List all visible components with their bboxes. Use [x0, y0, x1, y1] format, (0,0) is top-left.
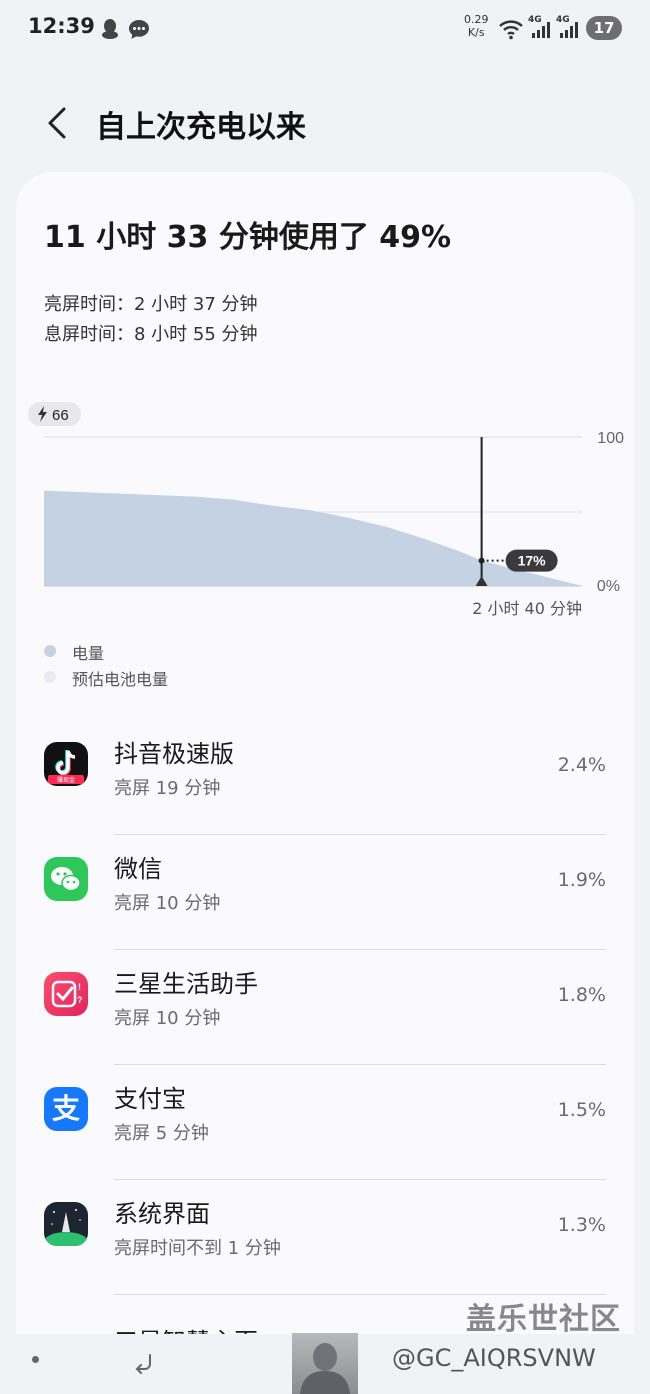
author-credit: @GC_AIQRSVNW — [392, 1344, 596, 1372]
alipay-icon: 支 — [44, 1087, 88, 1131]
wechat-icon — [44, 857, 88, 901]
app-row-douyin[interactable]: 赚现金 抖音极速版 亮屏 19 分钟 2.4% — [16, 720, 634, 835]
usage-card: 11 小时 33 分钟使用了 49% 亮屏时间：2 小时 37 分钟 息屏时间：… — [16, 172, 634, 1394]
svg-text:?: ? — [77, 995, 83, 1005]
app-name: 系统界面 — [114, 1200, 210, 1228]
recents-dot-icon[interactable] — [32, 1356, 39, 1363]
current-level-badge: 17% — [505, 549, 558, 572]
battery-level-area — [44, 490, 582, 586]
page-title: 自上次充电以来 — [96, 110, 306, 145]
wifi-icon — [499, 20, 523, 40]
status-bar: 12:39 0.29 K/s 4G 4G 17 — [0, 0, 650, 58]
svg-text:17%: 17% — [518, 553, 547, 569]
cell-signal-icon — [532, 22, 550, 38]
back-nav-icon[interactable] — [132, 1352, 156, 1374]
legend-dot — [44, 671, 56, 683]
y-max-label: 100 — [597, 430, 624, 447]
cell-signal-icon-2 — [560, 22, 578, 38]
current-level-point — [478, 557, 485, 564]
charge-start-badge: 66 — [28, 402, 81, 426]
screen-off-time: 息屏时间：8 小时 55 分钟 — [44, 324, 258, 345]
qq-notification-icon — [102, 19, 118, 39]
app-row-alipay[interactable]: 支 支付宝 亮屏 5 分钟 1.5% — [16, 1065, 634, 1180]
back-button[interactable] — [44, 106, 74, 140]
usage-summary: 11 小时 33 分钟使用了 49% — [44, 220, 452, 255]
charge-start-value: 66 — [52, 407, 69, 424]
app-screen-time: 亮屏时间不到 1 分钟 — [114, 1238, 281, 1259]
app-battery-pct: 1.3% — [557, 1214, 606, 1236]
app-screen-time: 亮屏 10 分钟 — [114, 1008, 221, 1029]
samsung-life-assistant-icon: ! ? — [44, 972, 88, 1016]
message-notification-icon — [129, 20, 149, 39]
app-name: 三星生活助手 — [114, 970, 258, 998]
app-screen-time: 亮屏 19 分钟 — [114, 778, 221, 799]
screen-on-time: 亮屏时间：2 小时 37 分钟 — [44, 294, 258, 315]
app-row-wechat[interactable]: 微信 亮屏 10 分钟 1.9% — [16, 835, 634, 950]
app-screen-time: 亮屏 5 分钟 — [114, 1123, 209, 1144]
app-battery-pct: 1.5% — [557, 1099, 606, 1121]
network-speed: 0.29 K/s — [464, 13, 489, 39]
system-ui-icon — [44, 1202, 88, 1246]
app-battery-pct: 1.8% — [557, 984, 606, 1006]
app-name: 支付宝 — [114, 1085, 186, 1113]
status-time: 12:39 — [28, 14, 95, 38]
x-marker-label: 2 小时 40 分钟 — [472, 599, 582, 618]
avatar-image — [292, 1333, 358, 1394]
svg-text:!: ! — [78, 982, 81, 992]
app-battery-pct: 1.9% — [557, 869, 606, 891]
legend-dot — [44, 645, 56, 657]
app-name: 抖音极速版 — [114, 740, 234, 768]
svg-text:赚现金: 赚现金 — [57, 776, 75, 784]
battery-indicator: 17 — [586, 16, 622, 40]
app-name: 微信 — [114, 855, 162, 883]
community-watermark: 盖乐世社区 — [466, 1302, 621, 1337]
app-battery-pct: 2.4% — [557, 754, 606, 776]
douyin-lite-icon: 赚现金 — [44, 742, 88, 786]
app-row-samsung-assistant[interactable]: ! ? 三星生活助手 亮屏 10 分钟 1.8% — [16, 950, 634, 1065]
app-row-system-ui[interactable]: 系统界面 亮屏时间不到 1 分钟 1.3% — [16, 1180, 634, 1295]
app-screen-time: 亮屏 10 分钟 — [114, 893, 221, 914]
y-min-label: 0% — [597, 578, 620, 595]
battery-chart[interactable]: 100 0% 66 17% 2 小时 40 分钟 — [16, 402, 634, 622]
